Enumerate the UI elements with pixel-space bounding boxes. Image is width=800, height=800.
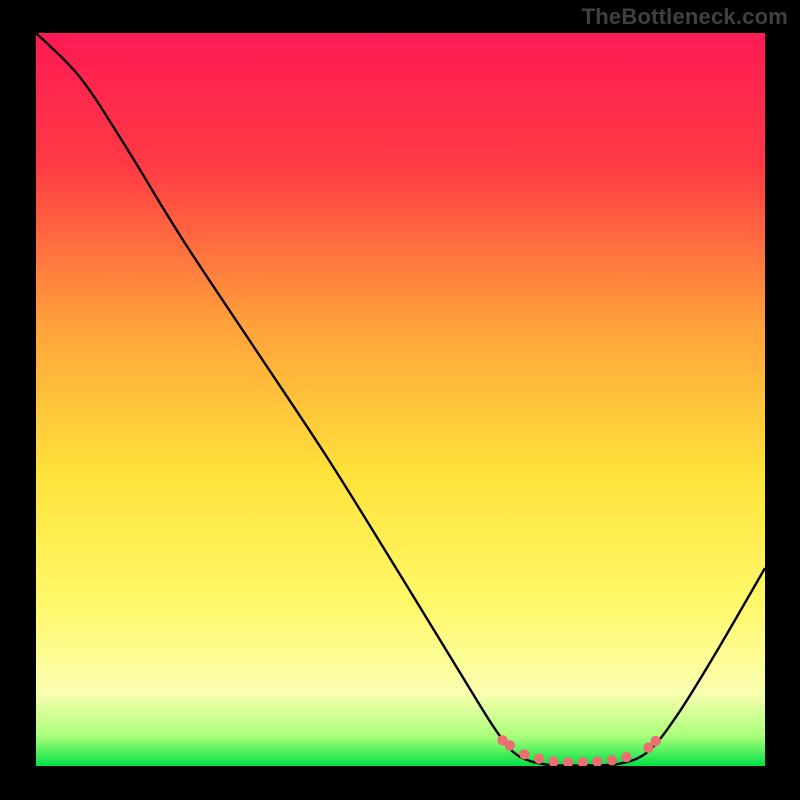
marker-dot xyxy=(519,749,529,759)
chart-frame: TheBottleneck.com xyxy=(0,0,800,800)
marker-dot xyxy=(505,740,515,750)
watermark-text: TheBottleneck.com xyxy=(582,4,788,30)
marker-dot xyxy=(650,736,660,746)
marker-dot xyxy=(621,752,631,762)
plot-area xyxy=(36,33,765,766)
gradient-background xyxy=(36,33,765,766)
gradient-curve-chart xyxy=(36,33,765,766)
marker-dot xyxy=(534,753,544,763)
marker-dot xyxy=(607,755,617,765)
